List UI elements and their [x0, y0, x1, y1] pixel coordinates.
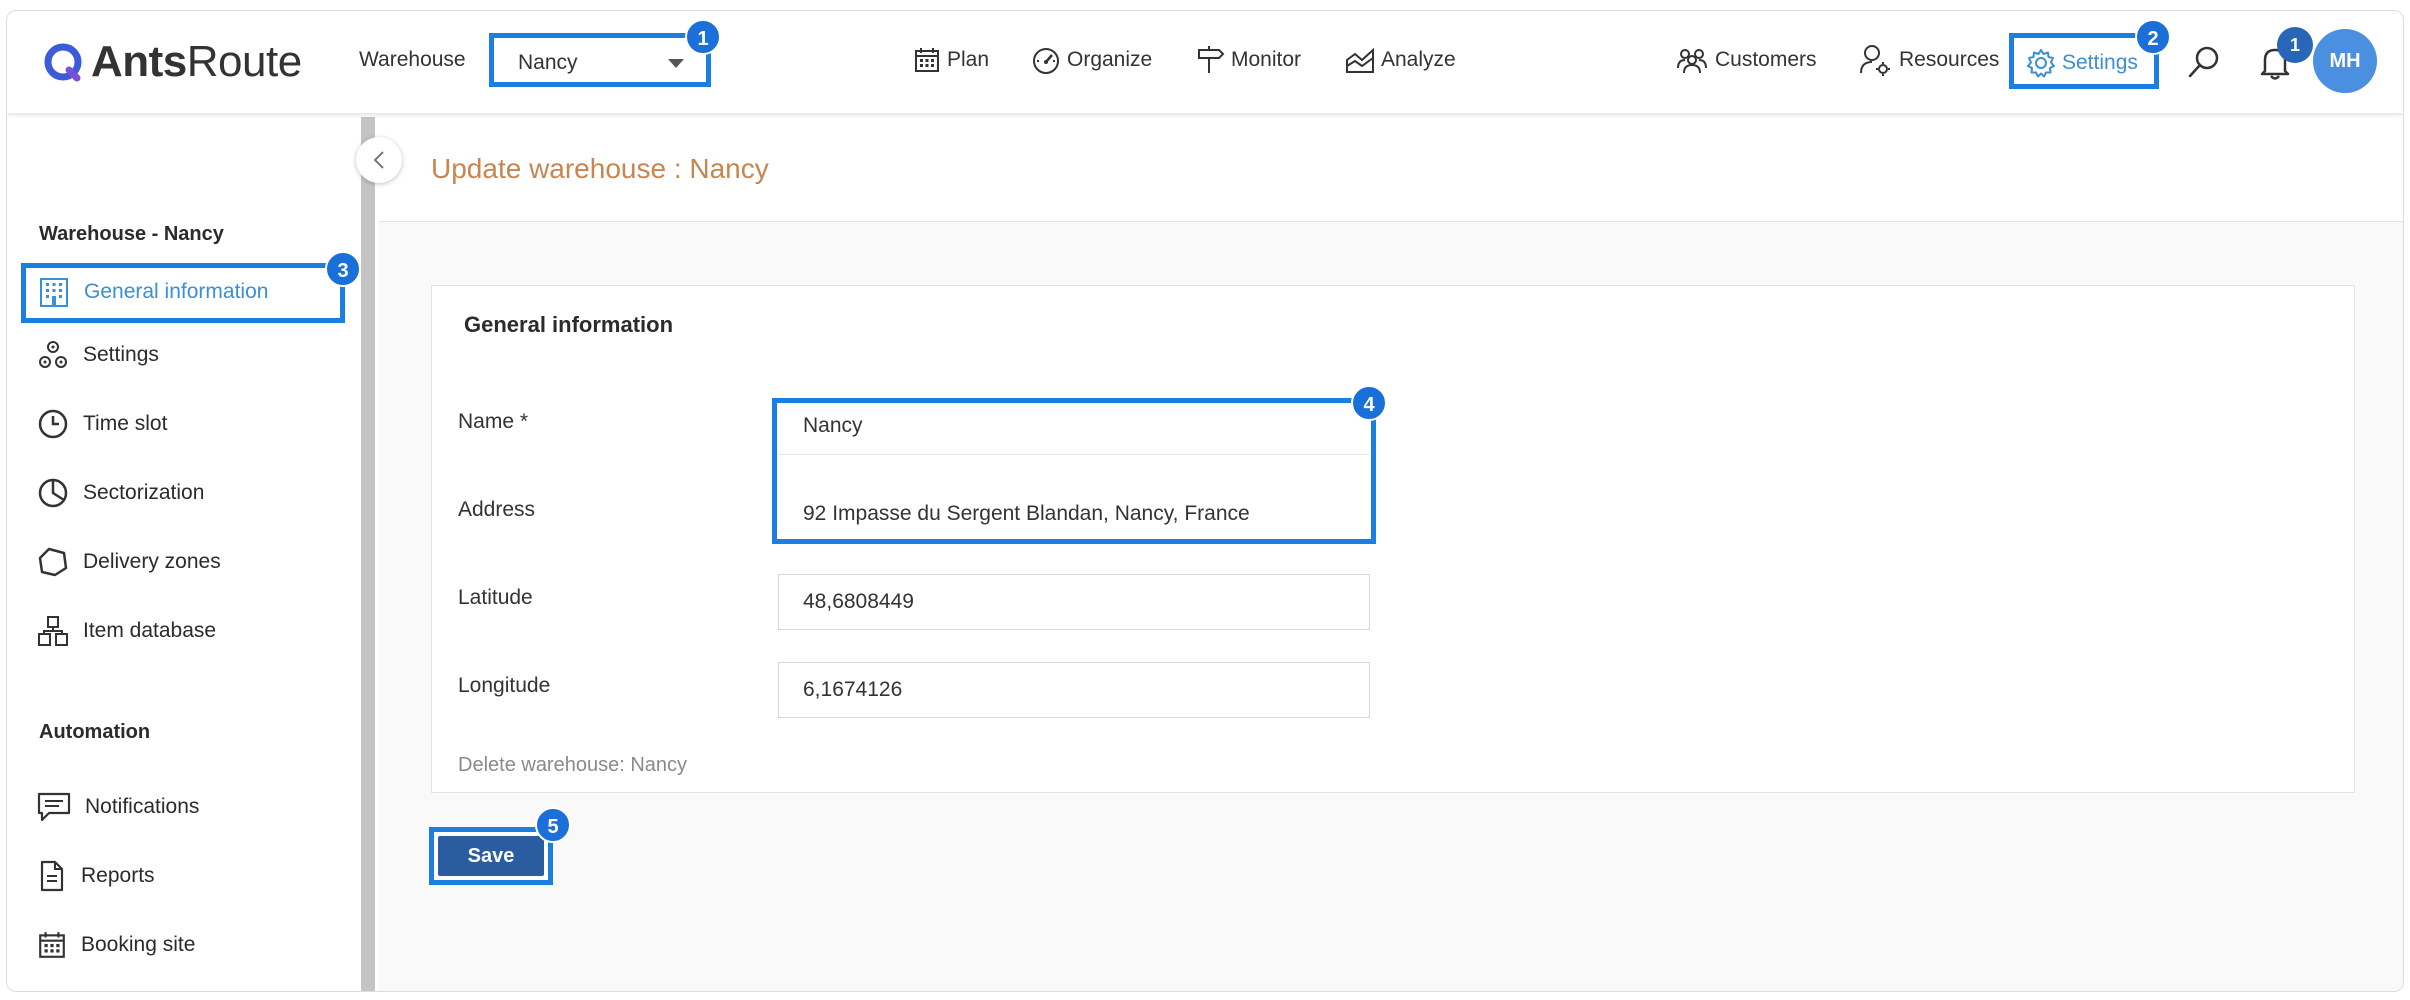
longitude-label: Longitude: [458, 674, 551, 697]
clock-icon: [38, 409, 68, 439]
nav-analyze[interactable]: Analyze: [1345, 43, 1456, 77]
sidebar-item-label: Sectorization: [83, 481, 205, 504]
save-highlight: Save: [429, 827, 553, 885]
signpost-icon: [1198, 46, 1225, 73]
delete-warehouse-link[interactable]: Delete warehouse: Nancy: [458, 754, 687, 777]
antsroute-logo[interactable]: AntsRoute: [43, 33, 302, 91]
page-header: Update warehouse : Nancy: [379, 113, 2403, 222]
nav-analyze-label: Analyze: [1381, 48, 1456, 71]
sidebar-item-label: Time slot: [83, 412, 168, 435]
warehouse-selected-value: Nancy: [518, 51, 578, 74]
warehouse-label: Warehouse: [359, 48, 466, 71]
page-title: Update warehouse : Nancy: [431, 153, 769, 184]
address-label: Address: [458, 498, 536, 521]
callout-badge-1: 1: [685, 19, 721, 55]
user-avatar[interactable]: MH: [2313, 29, 2377, 93]
name-label: Name *: [458, 410, 529, 433]
save-button[interactable]: Save: [438, 836, 544, 876]
nav-plan[interactable]: Plan: [913, 43, 989, 77]
latitude-label: Latitude: [458, 586, 533, 609]
users-group-icon: [1677, 49, 1707, 74]
top-header: AntsRoute Warehouse Nancy Plan Organize …: [7, 11, 2403, 113]
sidebar-item-sectorization[interactable]: Sectorization: [37, 473, 204, 513]
nav-customers[interactable]: Customers: [1675, 43, 1817, 77]
logo-text: AntsRoute: [91, 37, 302, 86]
message-icon: [37, 792, 71, 822]
pie-icon: [38, 478, 68, 508]
polygon-icon: [38, 547, 68, 577]
callout-badge-4: 4: [1351, 385, 1387, 421]
callout-badge-5: 5: [535, 807, 571, 843]
sidebar-item-label: Reports: [81, 864, 155, 887]
address-input[interactable]: 92 Impasse du Sergent Blandan, Nancy, Fr…: [778, 486, 1370, 542]
document-icon: [40, 860, 64, 892]
callout-badge-2: 2: [2135, 19, 2171, 55]
input-divider: [778, 454, 1370, 455]
logo-mark-icon: [44, 43, 82, 82]
sidebar-item-time-slot[interactable]: Time slot: [37, 404, 167, 444]
sidebar-item-reports[interactable]: Reports: [37, 856, 155, 896]
sidebar-item-label: Item database: [83, 619, 217, 642]
sidebar-section-automation: Automation: [39, 721, 151, 743]
sidebar-item-label: Settings: [83, 343, 159, 366]
collapse-sidebar-button[interactable]: [356, 137, 402, 183]
chevron-left-icon: [373, 151, 384, 169]
nav-plan-label: Plan: [947, 48, 990, 71]
nav-customers-label: Customers: [1715, 48, 1817, 71]
general-information-card: General information Name * Nancy Address…: [431, 285, 2355, 793]
sidebar-item-label: Delivery zones: [83, 550, 221, 573]
speedometer-icon: [1033, 48, 1059, 74]
nav-organize-label: Organize: [1067, 48, 1153, 71]
sidebar-item-label: Notifications: [85, 795, 200, 818]
sidebar-item-general-information[interactable]: General information: [21, 263, 345, 323]
sidebar-item-notifications[interactable]: Notifications: [37, 787, 199, 827]
main-content: Update warehouse : Nancy General informa…: [379, 113, 2403, 991]
cogs-icon: [39, 341, 67, 368]
sidebar-item-label: Booking site: [81, 933, 196, 956]
nav-organize[interactable]: Organize: [1031, 43, 1152, 77]
sidebar-item-label: General information: [84, 280, 269, 303]
nav-monitor-label: Monitor: [1231, 48, 1302, 71]
building-icon: [40, 278, 68, 307]
user-gear-icon: [1860, 45, 1890, 76]
sidebar-item-booking-site[interactable]: Booking site: [37, 925, 195, 965]
longitude-input[interactable]: 6,1674126: [778, 662, 1370, 718]
nav-monitor[interactable]: Monitor: [1195, 43, 1301, 77]
warehouse-select[interactable]: Nancy: [489, 33, 711, 87]
latitude-input[interactable]: 48,6808449: [778, 574, 1370, 630]
app-window: AntsRoute Warehouse Nancy Plan Organize …: [6, 10, 2404, 992]
nav-resources[interactable]: Resources: [1859, 43, 1999, 77]
callout-badge-3: 3: [325, 251, 361, 287]
sidebar-item-delivery-zones[interactable]: Delivery zones: [37, 542, 221, 582]
notification-count-badge: 1: [2277, 27, 2313, 63]
calendar-icon: [915, 48, 939, 72]
chevron-down-icon: [668, 59, 684, 68]
nav-resources-label: Resources: [1899, 48, 2000, 71]
nav-settings-label: Settings: [2062, 51, 2138, 74]
calendar-icon: [39, 932, 65, 958]
sidebar-section-warehouse: Warehouse - Nancy: [39, 223, 224, 245]
sidebar-item-settings[interactable]: Settings: [37, 335, 159, 375]
card-title: General information: [464, 312, 674, 337]
sidebar-item-item-database[interactable]: Item database: [37, 611, 216, 651]
sidebar: Warehouse - Nancy Settings Time slot Sec…: [7, 113, 359, 991]
search-icon: [2188, 46, 2219, 78]
sidebar-scrollbar[interactable]: [361, 117, 375, 991]
name-input[interactable]: Nancy: [778, 398, 1370, 454]
boxes-icon: [38, 616, 68, 646]
gear-icon: [2027, 49, 2055, 78]
area-chart-icon: [1346, 47, 1374, 73]
search-button[interactable]: [2187, 45, 2221, 84]
